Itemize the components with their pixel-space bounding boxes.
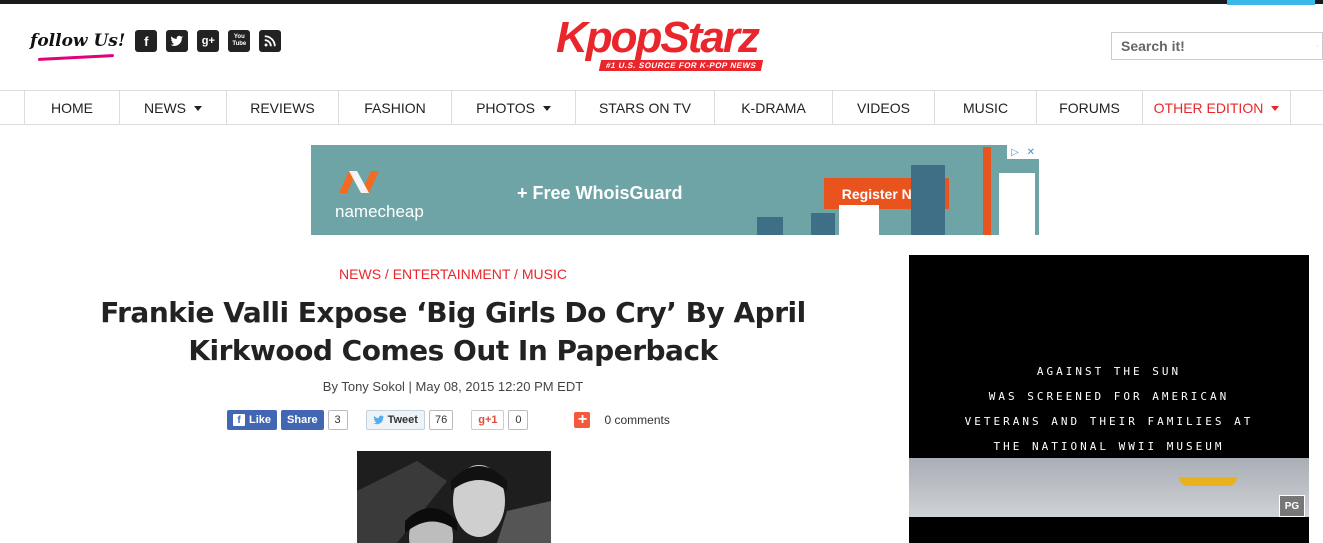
facebook-icon: f (233, 414, 245, 426)
nav-item-label: FASHION (364, 100, 426, 116)
twitter-icon[interactable] (166, 30, 189, 52)
google-plus-count: 0 (508, 410, 529, 430)
comments-link[interactable]: 0 comments (604, 413, 669, 427)
side-ad-line: WAS SCREENED FOR AMERICAN (988, 390, 1230, 403)
follow-underline (37, 54, 115, 61)
namecheap-logo: namecheap (335, 167, 424, 222)
facebook-count: 3 (327, 410, 348, 430)
follow-us-label: follow Us! (30, 31, 126, 61)
logo-text: KpopStarz (556, 13, 760, 62)
site-header: follow Us! f g+ You Tube KpopStarz #1 U.… (0, 4, 1323, 90)
side-ad-line: VETERANS AND THEIR FAMILIES AT (964, 415, 1254, 428)
namecheap-mark-icon (339, 171, 379, 193)
nav-item-reviews[interactable]: REVIEWS (227, 91, 339, 125)
site-logo[interactable]: KpopStarz #1 U.S. SOURCE FOR K-POP NEWS (556, 16, 792, 74)
nav-item-videos[interactable]: VIDEOS (833, 91, 935, 125)
social-links: f g+ You Tube (135, 30, 282, 52)
twitter-icon (373, 415, 384, 425)
ad-choices-icon: ▷ (1010, 146, 1019, 158)
google-plus-icon[interactable]: g+ (197, 30, 220, 52)
caret-down-icon (1271, 105, 1280, 111)
building-graphic (999, 173, 1035, 235)
side-ad-line: AGAINST THE SUN (1036, 365, 1182, 378)
nav-item-k-drama[interactable]: K-DRAMA (715, 91, 833, 125)
facebook-like-label: Like (249, 414, 272, 426)
nav-item-label: STARS ON TV (598, 100, 692, 116)
side-ad-line: THE NATIONAL WWII MUSEUM (993, 440, 1225, 453)
nav-item-photos[interactable]: PHOTOS (452, 91, 576, 125)
nav-item-label: MUSIC (962, 100, 1009, 116)
nav-item-forums[interactable]: FORUMS (1037, 91, 1143, 125)
follow-us: follow Us! f g+ You Tube (30, 30, 282, 61)
article-photo (357, 451, 551, 543)
article-title: Frankie Valli Expose ‘Big Girls Do Cry’ … (100, 296, 806, 367)
nav-item-news[interactable]: NEWS (120, 91, 227, 125)
article-category[interactable]: NEWS / ENTERTAINMENT / MUSIC (0, 266, 906, 282)
nav-item-label: REVIEWS (250, 100, 315, 116)
ad-choices[interactable]: ▷ ✕ (1007, 145, 1039, 159)
nav-item-stars-on-tv[interactable]: STARS ON TV (576, 91, 715, 125)
google-plus-label: +1 (484, 414, 498, 426)
side-ad-boat (1179, 477, 1237, 486)
tweet-label: Tweet (387, 414, 418, 426)
nav-item-label: K-DRAMA (741, 100, 806, 116)
follow-us-text: follow Us! (30, 31, 126, 51)
nav-item-fashion[interactable]: FASHION (339, 91, 452, 125)
article-photo-image (357, 451, 551, 543)
nav-items: HOME NEWS REVIEWS FASHION PHOTOS STARS ON TV K… (24, 91, 1291, 125)
search-input[interactable] (1112, 33, 1317, 59)
rating-badge: PG (1279, 495, 1305, 517)
building-graphic (983, 147, 991, 235)
nav-item-label: PHOTOS (476, 100, 535, 116)
nav-item-label: NEWS (144, 100, 186, 116)
namecheap-wordmark: namecheap (335, 202, 424, 221)
caret-down-icon (194, 105, 202, 111)
building-graphic (757, 217, 783, 235)
google-plus-icon: g (478, 414, 485, 426)
banner-ad[interactable]: namecheap + Free WhoisGuard Register Now… (311, 145, 1039, 235)
share-bar: f Like Share 3 Tweet 76 g +1 0 + 0 commen… (227, 410, 670, 430)
building-graphic (911, 165, 945, 235)
facebook-like-button[interactable]: f Like (227, 410, 278, 430)
nav-item-label: OTHER EDITION (1153, 100, 1264, 116)
nav-item-other-edition[interactable]: OTHER EDITION (1143, 91, 1291, 125)
caret-down-icon (542, 105, 551, 111)
nav-item-label: VIDEOS (857, 100, 910, 116)
side-ad-text: AGAINST THE SUN WAS SCREENED FOR AMERICA… (909, 359, 1309, 459)
search-icon[interactable] (1317, 35, 1318, 57)
facebook-share-button[interactable]: Share (281, 410, 324, 430)
banner-offer: + Free WhoisGuard (517, 183, 683, 203)
nav-item-music[interactable]: MUSIC (935, 91, 1037, 125)
nav-item-home[interactable]: HOME (25, 91, 120, 125)
add-share-icon[interactable]: + (574, 411, 591, 428)
logo-tagline: #1 U.S. SOURCE FOR K-POP NEWS (598, 60, 764, 71)
tweet-count: 76 (428, 410, 454, 430)
nav-item-label: FORUMS (1059, 100, 1120, 116)
nav-item-label: HOME (51, 100, 93, 116)
close-ad-icon[interactable]: ✕ (1027, 147, 1035, 158)
main-nav: HOME NEWS REVIEWS FASHION PHOTOS STARS ON TV K… (0, 90, 1323, 125)
search-box (1111, 32, 1323, 60)
facebook-icon[interactable]: f (135, 30, 158, 52)
side-video-ad[interactable]: AGAINST THE SUN WAS SCREENED FOR AMERICA… (909, 255, 1309, 543)
youtube-icon[interactable]: You Tube (228, 30, 251, 52)
google-plus-button[interactable]: g +1 (471, 410, 505, 430)
building-graphic (811, 213, 835, 235)
side-ad-water-scene (909, 458, 1309, 517)
building-graphic (839, 205, 879, 235)
article-byline: By Tony Sokol | May 08, 2015 12:20 PM ED… (322, 379, 584, 394)
tweet-button[interactable]: Tweet (365, 410, 425, 430)
rss-icon[interactable] (259, 30, 282, 52)
